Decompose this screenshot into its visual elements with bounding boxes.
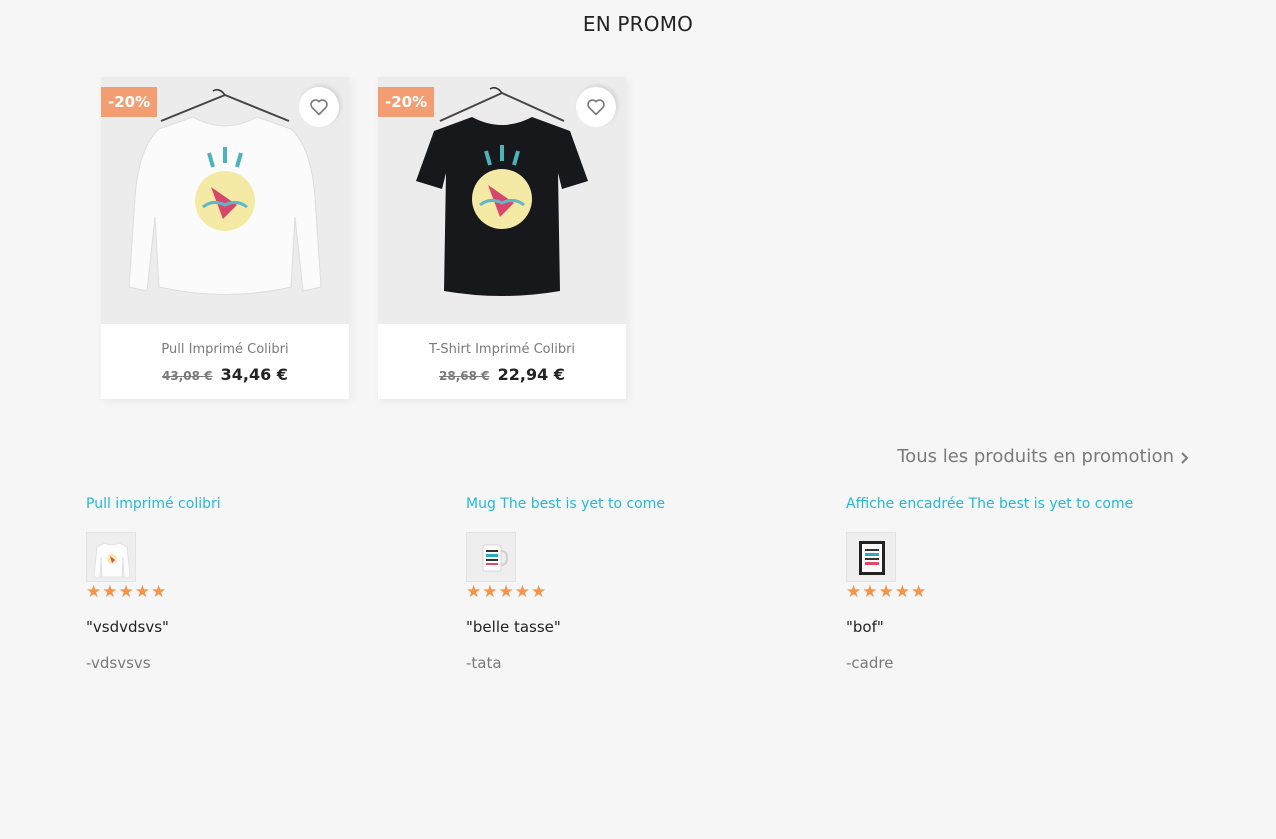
product-thumbnail-framed-poster	[847, 533, 895, 581]
product-name[interactable]: T-Shirt Imprimé Colibri	[378, 342, 626, 357]
sale-price: 34,46 €	[220, 365, 288, 384]
review-text: "bof"	[846, 618, 884, 636]
regular-price: 28,68 €	[439, 369, 490, 383]
review-card: Pull imprimé colibri ★★★★★ "vsdvdsvs" -v…	[86, 496, 446, 672]
wishlist-button[interactable]	[576, 87, 616, 127]
review-card: Mug The best is yet to come ★★★★★ "belle…	[466, 496, 826, 672]
product-prices: 28,68 € 22,94 €	[378, 365, 626, 384]
sale-price: 22,94 €	[497, 365, 565, 384]
review-product-link[interactable]: Mug The best is yet to come	[466, 496, 826, 512]
section-title: EN PROMO	[582, 12, 694, 36]
review-product-thumbnail[interactable]	[86, 532, 136, 582]
all-promotions-label: Tous les produits en promotion	[897, 446, 1174, 467]
product-card[interactable]: -20% Pull Imprimé Colibri 43,08 € 34,46 …	[101, 77, 349, 399]
product-name[interactable]: Pull Imprimé Colibri	[101, 342, 349, 357]
discount-badge: -20%	[101, 87, 158, 117]
product-thumbnail-mug	[467, 533, 515, 581]
review-card: Affiche encadrée The best is yet to come…	[846, 496, 1206, 672]
rating-stars: ★★★★★	[466, 582, 548, 602]
review-text: "vsdvdsvs"	[86, 618, 169, 636]
product-card[interactable]: -20% T-Shirt Imprimé Colibri 28,68 € 22,…	[378, 77, 626, 399]
review-product-link[interactable]: Pull imprimé colibri	[86, 496, 446, 512]
product-thumbnail-longsleeve	[87, 533, 135, 581]
regular-price: 43,08 €	[162, 369, 213, 383]
review-product-thumbnail[interactable]	[466, 532, 516, 582]
rating-stars: ★★★★★	[846, 582, 928, 602]
review-text: "belle tasse"	[466, 618, 561, 636]
rating-stars: ★★★★★	[86, 582, 168, 602]
review-product-link[interactable]: Affiche encadrée The best is yet to come	[846, 496, 1206, 512]
review-author: -tata	[466, 654, 502, 672]
review-author: -vdsvsvs	[86, 654, 151, 672]
wishlist-button[interactable]	[299, 87, 339, 127]
review-author: -cadre	[846, 654, 894, 672]
heart-outline-icon	[310, 99, 328, 116]
review-product-thumbnail[interactable]	[846, 532, 896, 582]
heart-outline-icon	[587, 99, 605, 116]
chevron-right-icon	[1181, 452, 1189, 464]
all-promotions-link[interactable]: Tous les produits en promotion	[897, 446, 1190, 467]
discount-badge: -20%	[378, 87, 435, 117]
product-prices: 43,08 € 34,46 €	[101, 365, 349, 384]
